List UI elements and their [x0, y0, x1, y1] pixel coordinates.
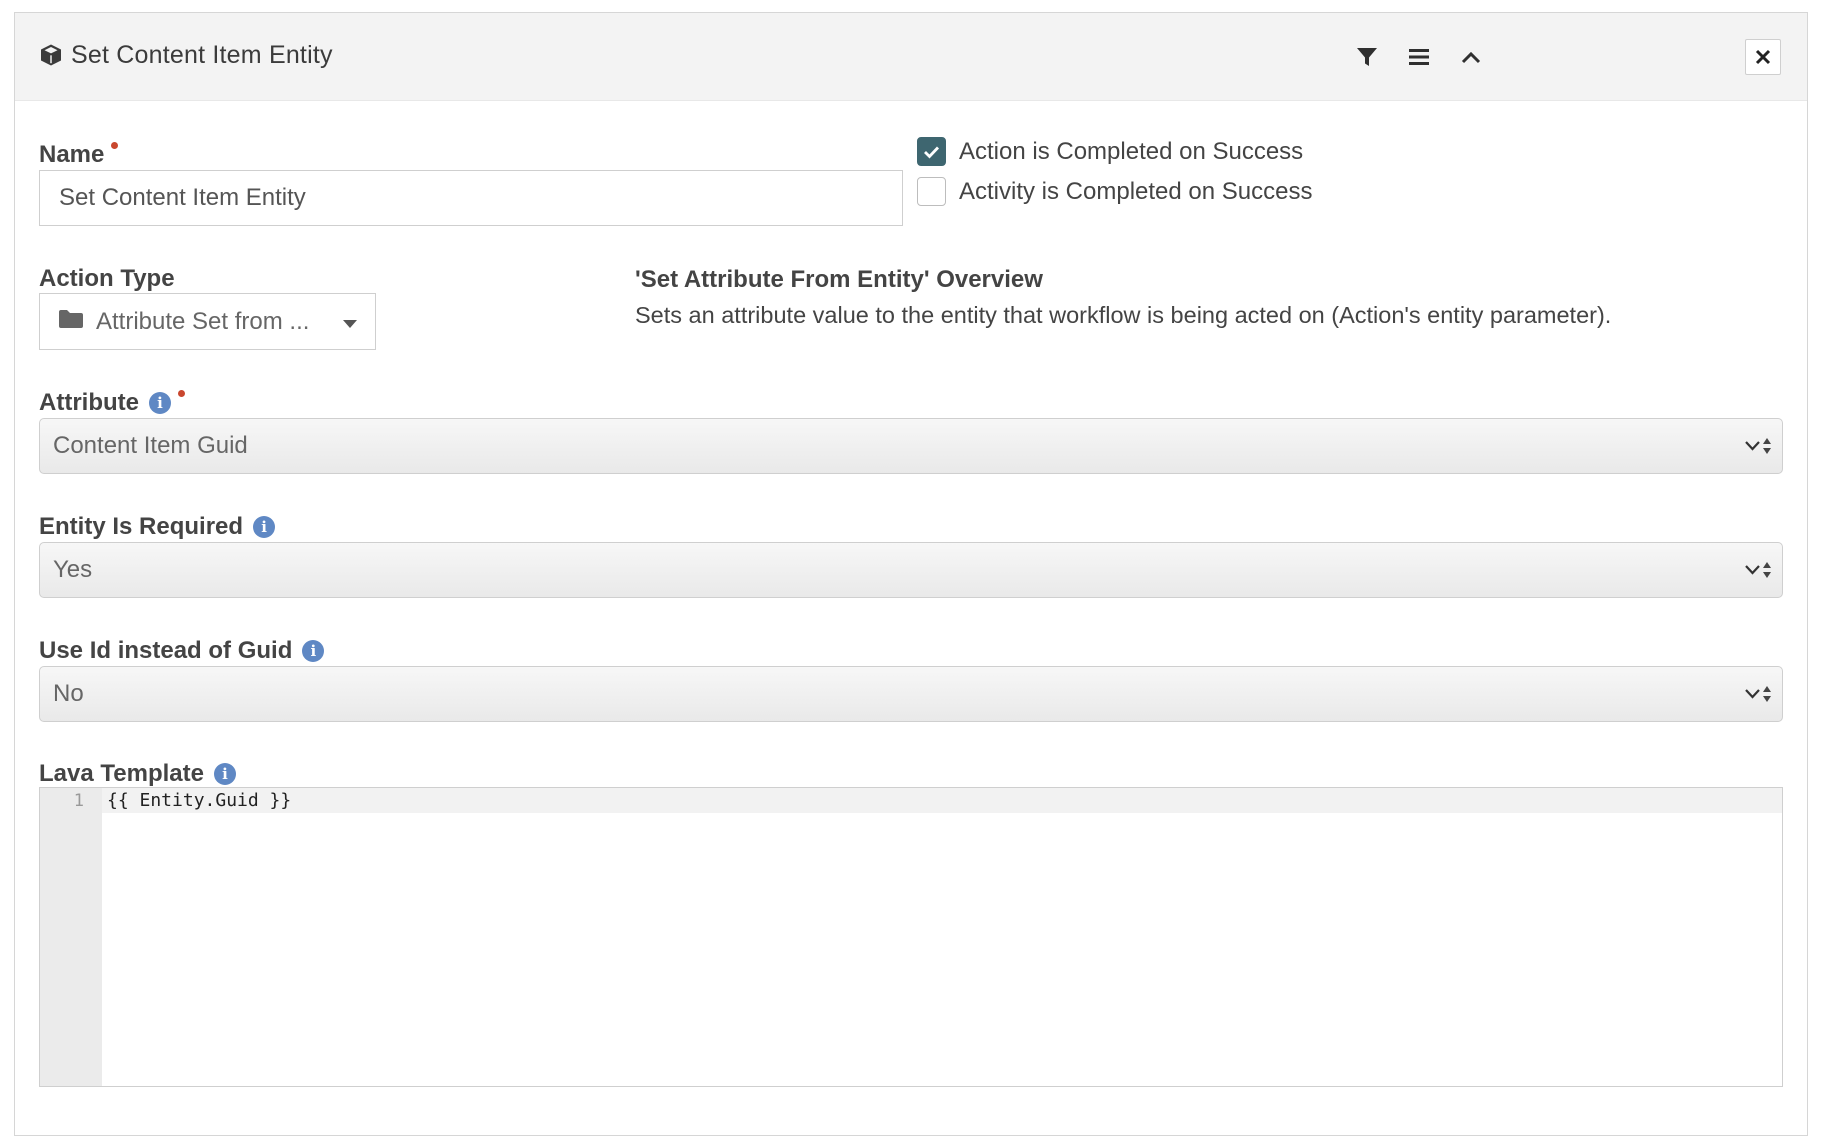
folder-icon — [58, 308, 84, 336]
action-completed-label: Action is Completed on Success — [959, 137, 1304, 165]
name-label-text: Name — [39, 141, 105, 168]
select-arrows-icon — [1745, 559, 1773, 588]
activity-completed-checkbox[interactable] — [917, 177, 946, 206]
entity-required-select[interactable]: Yes — [39, 542, 1783, 598]
action-type-value: Attribute Set from ... — [96, 307, 310, 335]
select-arrows-icon — [1745, 435, 1773, 464]
use-id-label: Use Id instead of Guid i — [39, 637, 325, 665]
info-icon[interactable]: i — [302, 640, 325, 662]
info-icon[interactable]: i — [148, 392, 171, 414]
attribute-label-text: Attribute — [39, 389, 139, 416]
use-id-label-text: Use Id instead of Guid — [39, 637, 293, 664]
use-id-select[interactable]: No — [39, 666, 1783, 722]
select-arrows-icon — [1745, 683, 1773, 712]
action-type-label: Action Type — [39, 265, 175, 293]
close-icon[interactable] — [1745, 39, 1781, 75]
caret-down-icon — [343, 308, 357, 336]
name-input-value: Set Content Item Entity — [59, 184, 306, 211]
required-indicator — [111, 141, 119, 149]
info-icon[interactable]: i — [213, 763, 236, 785]
use-id-select-value: No — [53, 680, 84, 707]
lava-template-editor[interactable]: 1 {{ Entity.Guid }} — [39, 787, 1783, 1087]
required-indicator — [177, 389, 185, 397]
panel-title-wrap: Set Content Item Entity — [39, 40, 333, 70]
overview-description: Sets an attribute value to the entity th… — [635, 302, 1612, 328]
overview-title: 'Set Attribute From Entity' Overview — [635, 266, 1043, 293]
name-label: Name — [39, 141, 119, 169]
bars-icon[interactable] — [1399, 37, 1439, 77]
entity-required-label: Entity Is Required i — [39, 513, 276, 541]
lava-template-label-text: Lava Template — [39, 760, 204, 787]
info-icon[interactable]: i — [253, 516, 276, 538]
action-type-label-text: Action Type — [39, 265, 175, 292]
panel-header: Set Content Item Entity — [15, 13, 1807, 101]
attribute-select-value: Content Item Guid — [53, 432, 248, 459]
chevron-up-icon[interactable] — [1451, 37, 1491, 77]
cube-icon — [39, 42, 65, 68]
active-line-highlight — [102, 788, 1782, 813]
entity-required-label-text: Entity Is Required — [39, 513, 244, 540]
action-completed-checkbox-row[interactable]: Action is Completed on Success — [917, 137, 1303, 166]
editor-gutter: 1 — [40, 788, 102, 1086]
action-completed-checkbox[interactable] — [917, 137, 946, 166]
check-icon — [924, 146, 940, 159]
entity-required-select-value: Yes — [53, 556, 93, 583]
action-type-picker[interactable]: Attribute Set from ... — [39, 293, 376, 350]
activity-completed-label: Activity is Completed on Success — [959, 177, 1313, 205]
panel-title: Set Content Item Entity — [71, 40, 333, 69]
lava-template-label: Lava Template i — [39, 760, 236, 788]
name-input[interactable]: Set Content Item Entity — [39, 170, 903, 226]
attribute-select[interactable]: Content Item Guid — [39, 418, 1783, 474]
line-number: 1 — [73, 791, 84, 811]
code-line[interactable]: {{ Entity.Guid }} — [107, 789, 291, 813]
filter-icon[interactable] — [1347, 37, 1387, 77]
attribute-label: Attribute i — [39, 389, 185, 417]
activity-completed-checkbox-row[interactable]: Activity is Completed on Success — [917, 177, 1312, 206]
workflow-action-panel: Set Content Item Entity Name Set Content… — [14, 12, 1808, 1136]
